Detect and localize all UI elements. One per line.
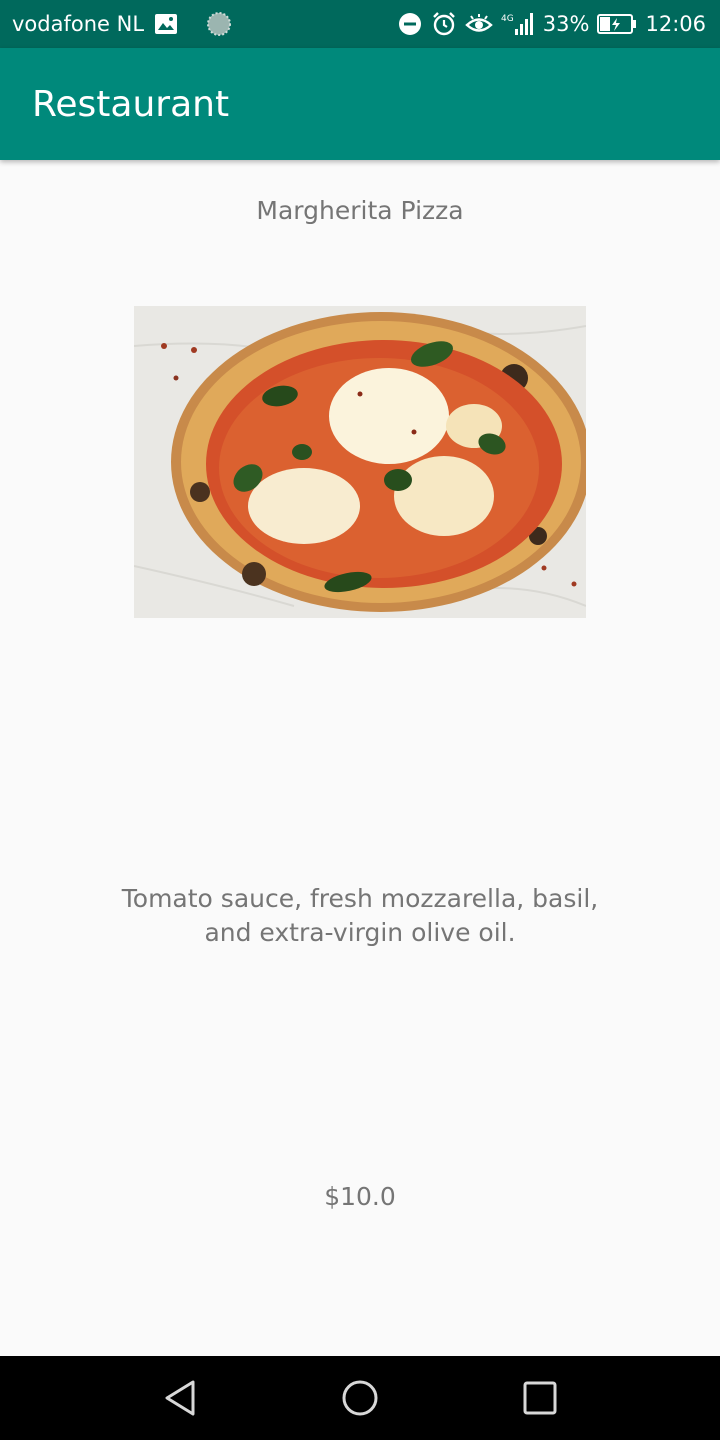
alarm-icon xyxy=(431,11,457,37)
battery-charging-icon xyxy=(597,13,637,35)
back-button[interactable] xyxy=(132,1356,228,1440)
recents-button[interactable] xyxy=(492,1356,588,1440)
navigation-bar xyxy=(0,1356,720,1440)
item-name: Margherita Pizza xyxy=(256,196,464,225)
eye-comfort-icon xyxy=(465,12,493,36)
clock: 12:06 xyxy=(645,12,706,36)
do-not-disturb-icon xyxy=(397,11,423,37)
item-price: $10.0 xyxy=(324,1182,396,1211)
home-icon xyxy=(341,1379,379,1417)
recents-icon xyxy=(523,1381,557,1415)
network-label: 4G xyxy=(501,14,514,24)
carrier-label: vodafone NL xyxy=(12,12,145,36)
item-description: Tomato sauce, fresh mozzarella, basil, a… xyxy=(121,884,599,947)
item-detail: Margherita Pizza Tomato sauce, fresh moz… xyxy=(0,160,720,1356)
status-bar: vodafone NL 4G 33% 12:06 xyxy=(0,0,720,48)
back-icon xyxy=(163,1379,197,1417)
pizza-image xyxy=(134,306,586,618)
sync-notification-icon xyxy=(206,11,232,37)
signal-icon: 4G xyxy=(501,11,535,37)
app-title: Restaurant xyxy=(32,83,230,125)
battery-percent: 33% xyxy=(542,12,590,36)
home-button[interactable] xyxy=(312,1356,408,1440)
app-bar: Restaurant xyxy=(0,48,720,160)
image-notification-icon xyxy=(154,13,178,35)
